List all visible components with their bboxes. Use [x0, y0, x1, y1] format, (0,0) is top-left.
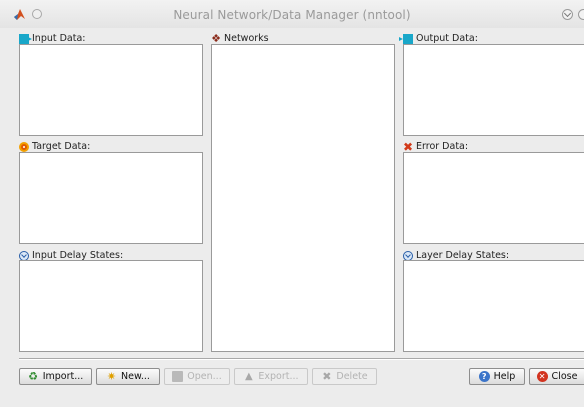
import-button[interactable]: ♻ Import... [19, 368, 92, 385]
delete-icon: ✖ [322, 370, 332, 383]
input-data-label-text: Input Data: [32, 33, 86, 44]
target-data-label-text: Target Data: [32, 141, 91, 152]
new-button-label: New... [121, 371, 150, 382]
close-icon: ✕ [536, 371, 548, 382]
open-button-label: Open... [187, 371, 222, 382]
open-icon [172, 371, 184, 382]
delete-button[interactable]: ✖ Delete [312, 368, 377, 385]
target-data-list[interactable] [19, 152, 203, 244]
close-button-label: Close [551, 371, 578, 382]
help-button[interactable]: ? Help [469, 368, 525, 385]
close-button[interactable]: ✕ Close [529, 368, 584, 385]
help-icon: ? [478, 371, 490, 382]
network-icon: ❖ [211, 31, 221, 45]
new-button[interactable]: ✷ New... [96, 368, 160, 385]
delay-icon [403, 250, 413, 261]
input-data-list[interactable] [19, 44, 203, 136]
new-icon: ✷ [106, 370, 117, 383]
networks-list[interactable] [211, 44, 395, 352]
delay-icon [19, 250, 29, 261]
export-icon: ▲ [245, 371, 253, 382]
error-icon: ✖ [403, 139, 414, 154]
input-delay-states-list[interactable] [19, 260, 203, 352]
error-data-label-text: Error Data: [416, 141, 469, 152]
layer-delay-states-list[interactable] [403, 260, 584, 352]
window-title: Neural Network/Data Manager (nntool) [173, 8, 411, 22]
export-button[interactable]: ▲ Export... [234, 368, 308, 385]
target-icon [19, 141, 29, 152]
export-button-label: Export... [258, 371, 299, 382]
help-button-label: Help [493, 371, 516, 382]
button-separator [19, 358, 584, 360]
output-data-icon [399, 33, 413, 44]
delete-button-label: Delete [336, 371, 368, 382]
minimize-button[interactable] [562, 9, 573, 20]
open-button[interactable]: Open... [164, 368, 230, 385]
maximize-button[interactable] [578, 9, 584, 20]
error-data-list[interactable] [403, 152, 584, 244]
import-button-label: Import... [42, 371, 84, 382]
networks-label-text: Networks [224, 33, 269, 44]
output-data-label-text: Output Data: [416, 33, 478, 44]
chevron-down-icon [563, 9, 572, 18]
title-bar: Neural Network/Data Manager (nntool) [0, 0, 584, 28]
input-data-icon [19, 33, 32, 44]
output-data-list[interactable] [403, 44, 584, 136]
import-icon: ♻ [28, 370, 39, 383]
